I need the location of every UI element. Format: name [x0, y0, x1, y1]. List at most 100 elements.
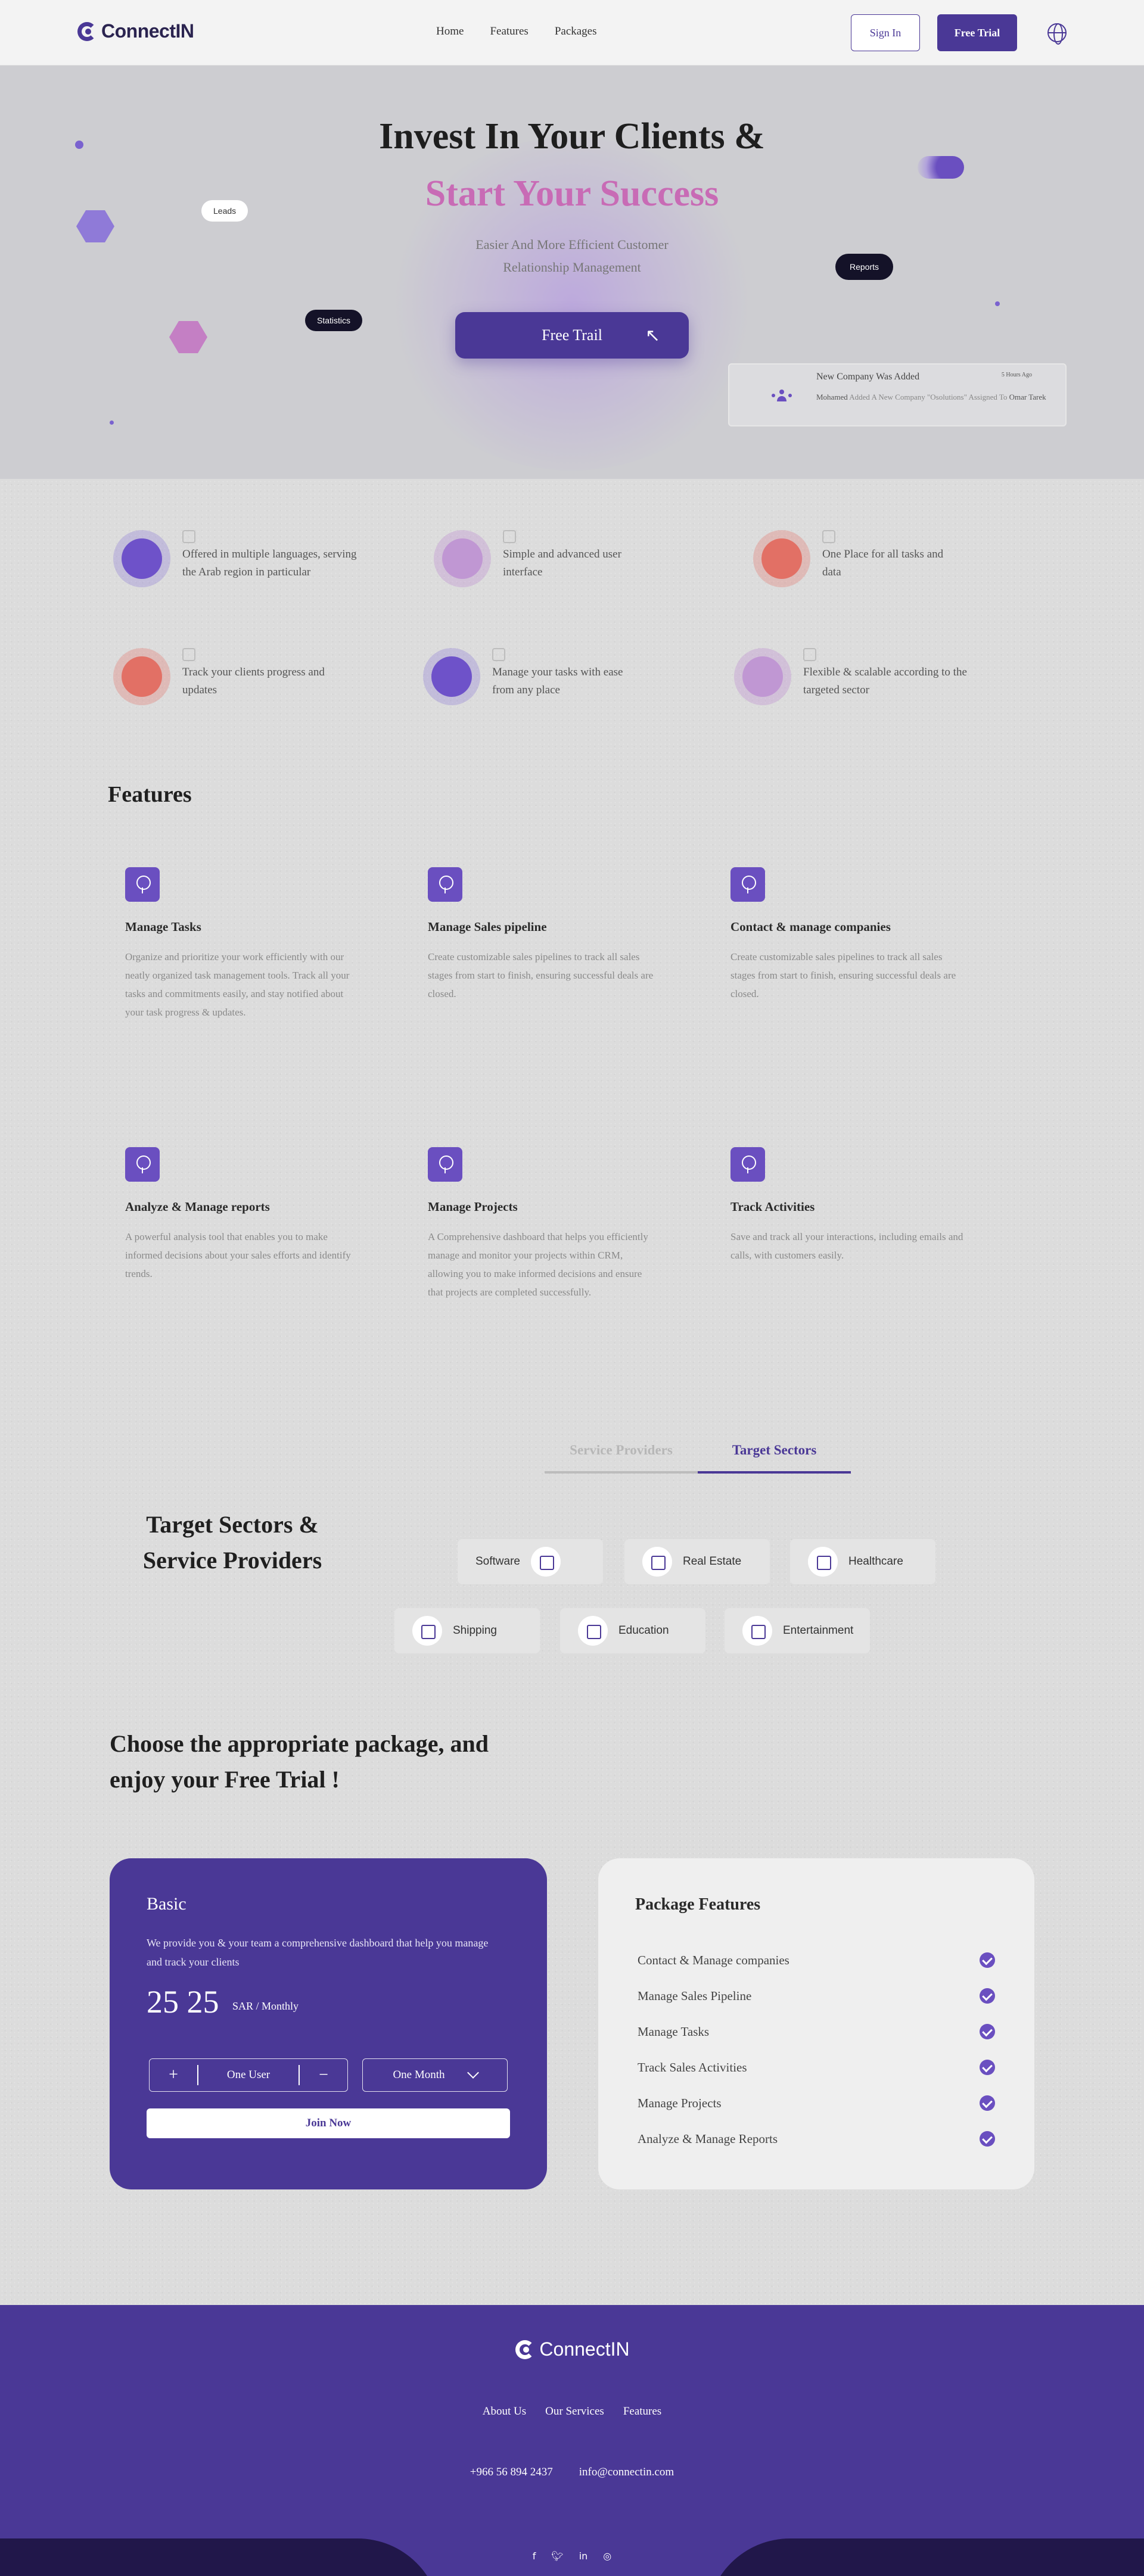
list-item: Analyze & Manage Reports — [638, 2129, 995, 2149]
team-icon — [772, 390, 792, 401]
benefit-text: Simple and advanced user interface — [503, 548, 621, 578]
sector-chip-real-estate[interactable]: Real Estate — [624, 1539, 770, 1584]
hero-cta-label: Free Trail — [542, 326, 602, 344]
feature-title: Track Activities — [730, 1200, 815, 1214]
benefit-item: Manage your tasks with ease from any pla… — [423, 648, 685, 705]
brand-name: ConnectIN — [101, 20, 194, 42]
benefit-text: Track your clients progress and updates — [182, 666, 325, 696]
feature-desc: Create customizable sales pipelines to t… — [428, 951, 654, 999]
join-now-button[interactable]: Join Now — [147, 2108, 510, 2138]
feature-card: Manage Projects A Comprehensive dashboar… — [428, 1147, 654, 1301]
footer-brand-name: ConnectIN — [539, 2338, 630, 2360]
sector-chip-education[interactable]: Education — [560, 1608, 705, 1653]
benefit-item: Track your clients progress and updates — [113, 648, 375, 705]
package-feature-label: Track Sales Activities — [638, 2060, 747, 2074]
sector-chip-shipping[interactable]: Shipping — [394, 1608, 540, 1653]
sign-in-button[interactable]: Sign In — [851, 14, 920, 51]
package-feature-label: Manage Projects — [638, 2095, 722, 2110]
feature-card: Track Activities Save and track all your… — [730, 1147, 969, 1264]
arrow-up-left-icon: ↖ — [645, 326, 660, 345]
benefit-text: Manage your tasks with ease from any pla… — [492, 666, 623, 696]
tree-icon — [730, 1147, 765, 1182]
feature-desc: A powerful analysis tool that enables yo… — [125, 1231, 351, 1279]
benefit-text: One Place for all tasks and data — [822, 548, 944, 578]
footer-phone[interactable]: +966 56 894 2437 — [470, 2466, 553, 2479]
footer-link-about[interactable]: About Us — [483, 2405, 526, 2418]
tab-target-sectors[interactable]: Target Sectors — [698, 1439, 851, 1474]
packages-title: Choose the appropriate package, and enjo… — [110, 1730, 489, 1793]
footer-contact: +966 56 894 2437 info@connectin.com — [0, 2466, 1144, 2479]
tasks-icon — [492, 648, 505, 661]
hero-section: Leads Statistics Reports Invest In Your … — [0, 66, 1144, 479]
social-links: f 🐦︎ in ◎ — [0, 2550, 1144, 2562]
users-stepper: + One User − — [149, 2058, 348, 2092]
chip-label: Real Estate — [683, 1555, 742, 1568]
footer-email[interactable]: info@connectin.com — [579, 2466, 674, 2479]
facebook-icon[interactable]: f — [533, 2550, 536, 2562]
package-features-title: Package Features — [635, 1895, 761, 1914]
decor-dot — [995, 301, 1000, 306]
benefit-item: Offered in multiple languages, serving t… — [113, 530, 363, 587]
notification-title: New Company Was Added — [816, 372, 920, 382]
logo-icon — [76, 21, 98, 42]
package-features-card: Package Features Contact & Manage compan… — [598, 1858, 1034, 2189]
sector-chip-healthcare[interactable]: Healthcare — [790, 1539, 935, 1584]
footer-link-services[interactable]: Our Services — [545, 2405, 604, 2418]
feature-desc: Create customizable sales pipelines to t… — [730, 951, 956, 999]
feature-title: Analyze & Manage reports — [125, 1200, 270, 1214]
footer-links: About Us Our Services Features — [0, 2405, 1144, 2418]
check-icon — [980, 2131, 995, 2147]
twitter-icon[interactable]: 🐦︎ — [551, 2550, 563, 2562]
feature-card: Analyze & Manage reports A powerful anal… — [125, 1147, 352, 1283]
tree-icon — [730, 867, 765, 902]
nav-link-features[interactable]: Features — [490, 25, 528, 38]
basic-package-card: Basic We provide you & your team a compr… — [110, 1858, 547, 2189]
scale-icon — [803, 648, 816, 661]
package-name: Basic — [147, 1894, 186, 1914]
clipboard-icon — [125, 1147, 160, 1182]
brand-logo[interactable]: ConnectIN — [76, 20, 194, 42]
nav-link-home[interactable]: Home — [436, 25, 464, 38]
tree-icon — [125, 867, 160, 902]
sector-chip-software[interactable]: Software — [458, 1539, 603, 1584]
benefit-text: Flexible & scalable according to the tar… — [803, 666, 967, 696]
hero-free-trail-button[interactable]: Free Trail ↖ — [455, 312, 689, 359]
tab-service-providers[interactable]: Service Providers — [545, 1439, 698, 1474]
chevron-down-icon — [467, 2067, 479, 2079]
period-select[interactable]: One Month — [362, 2058, 508, 2092]
sector-chip-entertainment[interactable]: Entertainment — [725, 1608, 870, 1653]
package-feature-label: Analyze & Manage Reports — [638, 2131, 778, 2146]
benefit-item: Flexible & scalable according to the tar… — [734, 648, 1008, 705]
free-trial-button[interactable]: Free Trial — [937, 14, 1017, 51]
linkedin-icon[interactable]: in — [579, 2550, 588, 2562]
book-icon — [578, 1616, 608, 1646]
features-title: Features — [108, 782, 192, 807]
instagram-icon[interactable]: ◎ — [603, 2550, 611, 2562]
feature-title: Contact & manage companies — [730, 920, 891, 934]
language-globe-icon[interactable] — [1047, 23, 1067, 45]
tree-icon — [428, 867, 462, 902]
chart-badge-icon — [169, 321, 207, 353]
benefit-text: Offered in multiple languages, serving t… — [182, 548, 357, 578]
monitor-icon — [530, 1547, 561, 1577]
increment-button[interactable]: + — [150, 2066, 197, 2085]
benefit-item: One Place for all tasks and data — [753, 530, 1003, 587]
package-price: 25 25 — [147, 1984, 219, 2020]
benefit-circle-icon — [753, 530, 810, 587]
chip-label: Entertainment — [783, 1624, 854, 1637]
list-item: Contact & Manage companies — [638, 1950, 995, 1970]
tree-icon — [428, 1147, 462, 1182]
check-icon — [980, 2024, 995, 2039]
progress-icon — [182, 648, 195, 661]
package-desc: We provide you & your team a comprehensi… — [147, 1937, 489, 1968]
hero-subtitle: Easier And More Efficient Customer Relat… — [475, 237, 669, 275]
decrement-button[interactable]: − — [300, 2066, 347, 2085]
package-feature-label: Manage Tasks — [638, 2024, 710, 2039]
benefit-circle-icon — [113, 530, 170, 587]
feature-desc: Organize and prioritize your work effici… — [125, 951, 350, 1018]
nav-link-packages[interactable]: Packages — [555, 25, 597, 38]
footer-logo[interactable]: ConnectIN — [0, 2338, 1144, 2360]
feature-title: Manage Tasks — [125, 920, 201, 934]
hero-highlight-title: Start Your Success — [425, 173, 719, 214]
footer-link-features[interactable]: Features — [623, 2405, 661, 2418]
